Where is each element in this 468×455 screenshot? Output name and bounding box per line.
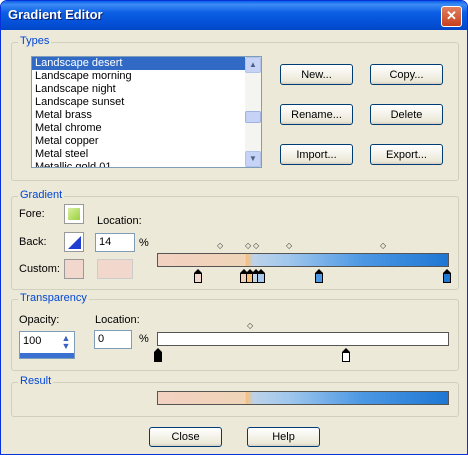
gradient-legend: Gradient [18,189,65,201]
gradient-percent-label: % [139,237,149,249]
transparency-midpoint-icon[interactable]: ◇ [247,322,253,330]
custom-color-swatch[interactable] [64,259,84,279]
list-item[interactable]: Metal chrome [32,122,261,135]
list-item[interactable]: Metal brass [32,109,261,122]
list-item[interactable]: Metal copper [32,135,261,148]
gradient-editor-window: Gradient Editor ✕ Types Landscape desert… [0,0,468,455]
back-color-icon [68,236,81,249]
gradient-preview-bar[interactable] [157,253,449,267]
scroll-up-icon[interactable]: ▲ [245,57,261,73]
color-stop[interactable] [257,269,265,283]
rename-button[interactable]: Rename... [280,104,353,125]
delete-button[interactable]: Delete [370,104,443,125]
result-legend: Result [18,375,54,387]
window-title: Gradient Editor [8,7,103,22]
close-window-button[interactable]: ✕ [441,6,462,27]
opacity-slider-fill [20,353,74,358]
gradient-location-label: Location: [97,215,142,227]
opacity-spinner[interactable]: 100 ▲ ▼ [19,331,75,359]
custom-color-preview [97,259,133,279]
scroll-thumb[interactable] [245,111,261,123]
close-button[interactable]: Close [149,427,222,447]
opacity-value[interactable]: 100 [23,335,41,347]
list-item[interactable]: Landscape night [32,83,261,96]
types-list[interactable]: Landscape desert Landscape morning Landsca… [31,56,262,168]
color-stop[interactable] [194,269,202,283]
back-color-swatch[interactable] [64,232,84,252]
import-button[interactable]: Import... [280,144,353,165]
fore-color-icon [68,208,80,220]
transparency-preview-bar[interactable] [157,332,449,346]
color-stop[interactable] [443,269,451,283]
transparency-legend: Transparency [18,292,89,304]
transparency-location-label: Location: [95,314,140,326]
result-preview-bar [157,391,449,405]
opacity-stop[interactable] [342,348,350,362]
back-label: Back: [19,236,47,248]
midpoint-diamond-icon[interactable]: ◇ [245,242,251,250]
custom-label: Custom: [19,263,60,275]
opacity-stop[interactable] [154,348,162,362]
fore-label: Fore: [19,208,45,220]
new-button[interactable]: New... [280,64,353,85]
color-stop[interactable] [315,269,323,283]
list-item[interactable]: Landscape desert [32,57,261,70]
close-icon[interactable]: ✕ [446,8,457,23]
transparency-percent-label: % [139,333,149,345]
types-scrollbar[interactable]: ▲ ▼ [245,57,261,167]
midpoint-diamond-icon[interactable]: ◇ [217,242,223,250]
list-item[interactable]: Metallic gold 01 [32,161,261,167]
fore-color-swatch[interactable] [64,204,84,224]
gradient-location-input[interactable]: 14 [95,233,135,252]
list-item[interactable]: Landscape sunset [32,96,261,109]
opacity-spin-icon[interactable]: ▲ ▼ [60,334,72,351]
scroll-down-icon[interactable]: ▼ [245,151,261,167]
export-button[interactable]: Export... [370,144,443,165]
midpoint-diamond-icon[interactable]: ◇ [286,242,292,250]
list-item[interactable]: Metal steel [32,148,261,161]
types-legend: Types [18,35,52,47]
midpoint-diamond-icon[interactable]: ◇ [380,242,386,250]
title-bar: Gradient Editor ✕ [1,1,467,30]
midpoint-diamond-icon[interactable]: ◇ [253,242,259,250]
opacity-label: Opacity: [19,314,60,326]
copy-button[interactable]: Copy... [370,64,443,85]
help-button[interactable]: Help [247,427,320,447]
transparency-location-input[interactable]: 0 [94,330,132,349]
list-item[interactable]: Landscape morning [32,70,261,83]
